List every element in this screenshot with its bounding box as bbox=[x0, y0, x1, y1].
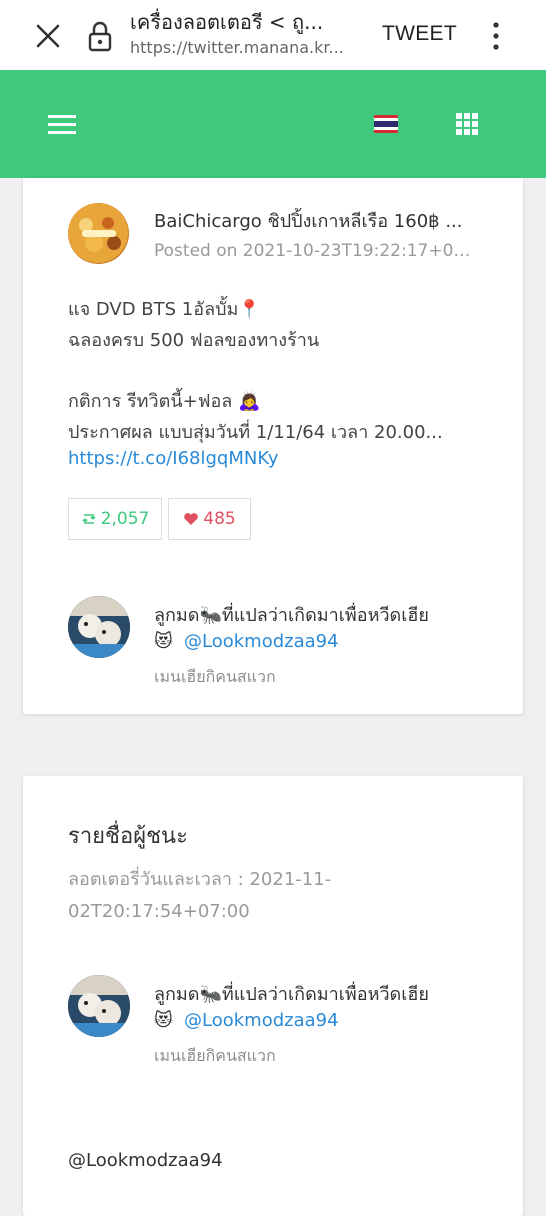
user-bio: เมนเฮียกิคนสแวก bbox=[154, 667, 276, 686]
like-count-value: 485 bbox=[203, 509, 236, 529]
winner-emoji: 😻 bbox=[154, 1010, 173, 1031]
lottery-time: ลอตเตอรี่วันและเวลา : 2021-11- 02T20:17:… bbox=[68, 864, 368, 928]
author-avatar[interactable] bbox=[68, 203, 129, 264]
thailand-flag-icon[interactable] bbox=[374, 115, 398, 133]
user-emoji: 😻 bbox=[154, 631, 173, 652]
winner-handle[interactable]: @Lookmodzaa94 bbox=[184, 1010, 339, 1031]
more-options-icon[interactable] bbox=[486, 20, 506, 52]
like-count[interactable]: 485 bbox=[168, 498, 251, 540]
menu-icon[interactable] bbox=[48, 113, 78, 137]
tweet-author-name[interactable]: BaiChicargo ชิปปิ้งเกาหลีเรือ 160฿ ... bbox=[154, 206, 479, 235]
lottery-time-line: 02T20:17:54+07:00 bbox=[68, 901, 250, 922]
winner-avatar[interactable] bbox=[68, 975, 130, 1037]
tweet-posted-date: Posted on 2021-10-23T19:22:17+07... bbox=[154, 241, 479, 261]
browser-toolbar: เครื่องลอตเตอรี < ถู... https://twitter.… bbox=[0, 0, 546, 70]
user-avatar[interactable] bbox=[68, 596, 130, 658]
user-display-name[interactable]: ลูกมด🐜ที่แปลว่าเกิดมาเพื่อหวีดเฮีย bbox=[154, 600, 429, 629]
winner-handle-text: @Lookmodzaa94 bbox=[68, 1150, 223, 1171]
lock-icon[interactable] bbox=[86, 20, 114, 52]
tweet-text-line: แจ DVD BTS 1อัลบั้ม📍 bbox=[68, 299, 261, 320]
page-url[interactable]: https://twitter.manana.kr... bbox=[130, 38, 365, 57]
heart-icon bbox=[184, 513, 199, 525]
tweet-text-line: ประกาศผล แบบสุ่มวันที่ 1/11/64 เวลา 20.0… bbox=[68, 422, 443, 443]
retweet-count[interactable]: 2,057 bbox=[68, 498, 162, 540]
winners-title: รายชื่อผู้ชนะ bbox=[68, 824, 188, 849]
tweet-link[interactable]: https://t.co/I68lgqMNKy bbox=[68, 448, 468, 469]
retweet-count-value: 2,057 bbox=[100, 509, 150, 529]
lottery-time-line: ลอตเตอรี่วันและเวลา : 2021-11- bbox=[68, 869, 332, 890]
retweet-icon bbox=[82, 514, 96, 524]
user-handle[interactable]: @Lookmodzaa94 bbox=[184, 631, 339, 652]
winner-display-name[interactable]: ลูกมด🐜ที่แปลว่าเกิดมาเพื่อหวีดเฮีย bbox=[154, 979, 429, 1008]
grid-icon[interactable] bbox=[456, 113, 478, 135]
tweet-text-line: ฉลองครบ 500 ฟอลของทางร้าน bbox=[68, 330, 320, 351]
winner-bio: เมนเฮียกิคนสแวก bbox=[154, 1046, 276, 1065]
tweet-button[interactable]: TWEET bbox=[382, 22, 457, 46]
tweet-text-line: กติการ รีทวิตนี้+ฟอล 🙇‍♀️ bbox=[68, 391, 261, 412]
page-title[interactable]: เครื่องลอตเตอรี < ถู... bbox=[130, 6, 365, 38]
close-icon[interactable] bbox=[30, 18, 66, 54]
